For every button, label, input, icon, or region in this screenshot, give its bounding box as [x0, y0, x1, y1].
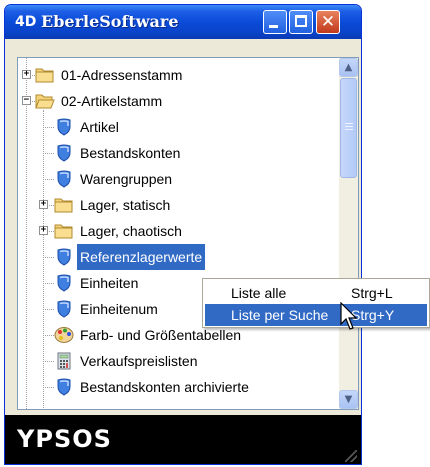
menu-item-shortcut: Strg+L: [351, 285, 393, 301]
folder-icon: [35, 66, 55, 84]
title-bar[interactable]: 4D EberleSoftware ✕: [5, 5, 361, 39]
close-icon: ✕: [320, 12, 336, 32]
minimize-button[interactable]: [263, 10, 287, 34]
context-menu: Liste alle Strg+L Liste per Suche Strg+Y: [202, 278, 430, 328]
expand-icon[interactable]: +: [39, 200, 48, 209]
tree-connector: [43, 309, 54, 311]
tree-item[interactable]: Referenzlagerwerte: [18, 244, 338, 270]
vertical-scrollbar[interactable]: ▲ ▼: [339, 58, 358, 409]
tree-connector: [43, 283, 54, 285]
minimize-icon: [269, 25, 278, 28]
expand-icon[interactable]: +: [22, 70, 31, 79]
tree-item-label: Artikel: [80, 119, 119, 135]
tree-item-label: Lager, chaotisch: [80, 223, 182, 239]
menu-item-label: Liste per Suche: [231, 307, 329, 323]
shield-icon: [54, 248, 74, 266]
scroll-down-button[interactable]: ▼: [339, 390, 358, 409]
tree-item[interactable]: Artikel: [18, 114, 338, 140]
thumb-grip-icon: [345, 123, 353, 131]
tree-connector: [43, 387, 54, 389]
expand-icon[interactable]: +: [39, 226, 48, 235]
tree-item[interactable]: Verkaufspreislisten: [18, 348, 338, 374]
ypsos-logo: YPSOS: [17, 425, 112, 453]
mouse-cursor-icon: [340, 302, 358, 330]
scroll-thumb[interactable]: [340, 78, 357, 178]
folder-icon: [54, 196, 74, 214]
app-logo-icon: 4D: [15, 14, 37, 30]
tree-connector: [43, 127, 54, 129]
maximize-button[interactable]: [289, 10, 313, 34]
tree-item-label: Bestandskonten: [80, 145, 181, 161]
shield-icon: [54, 300, 74, 318]
tree-item-label: Bestandskonten archivierte: [80, 379, 249, 395]
palette-icon: [54, 326, 74, 344]
collapse-icon[interactable]: −: [22, 96, 31, 105]
tree-item[interactable]: Warengruppen: [18, 166, 338, 192]
menu-item-label: Liste alle: [231, 285, 287, 301]
tree-item[interactable]: Bestandskonten: [18, 140, 338, 166]
tree-item-label: Warengruppen: [80, 171, 173, 187]
tree-item-label: Referenzlagerwerte: [77, 244, 206, 270]
folder-open-icon: [35, 92, 55, 110]
tree-item[interactable]: + Lager, statisch: [18, 192, 338, 218]
app-window: 4D EberleSoftware ✕ +01-Adressenstamm − 02…: [4, 4, 362, 465]
tree-connector: [43, 361, 54, 363]
tree-connector: [43, 179, 54, 181]
folder-icon: [54, 222, 74, 240]
tree-item-label: Einheitenum: [80, 301, 158, 317]
resize-grip-icon[interactable]: [345, 450, 357, 462]
shield-icon: [54, 274, 74, 292]
maximize-icon: [295, 15, 307, 27]
tree-connector: [43, 153, 54, 155]
shield-icon: [54, 378, 74, 396]
tree-item-label: Verkaufspreislisten: [80, 353, 198, 369]
footer-banner: YPSOS: [5, 415, 361, 464]
navigation-tree[interactable]: +01-Adressenstamm − 02-Artikelstamm Artikel…: [17, 57, 359, 410]
tree-connector: [43, 335, 54, 337]
menu-item-liste-alle[interactable]: Liste alle Strg+L: [205, 282, 427, 304]
tree-item-label: Lager, statisch: [80, 197, 171, 213]
tree-item-label: 02-Artikelstamm: [61, 93, 163, 109]
scroll-up-button[interactable]: ▲: [339, 58, 358, 77]
window-title: EberleSoftware: [41, 12, 179, 31]
tree-item-label: Einheiten: [80, 275, 139, 291]
tree-item[interactable]: − 02-Artikelstamm: [18, 88, 338, 114]
calculator-icon: [54, 352, 74, 370]
tree-item[interactable]: Bestandskonten archivierte: [18, 374, 338, 400]
tree-item-label: 01-Adressenstamm: [61, 67, 183, 83]
tree-connector: [43, 257, 54, 259]
tree-item[interactable]: + Lager, chaotisch: [18, 218, 338, 244]
shield-icon: [54, 144, 74, 162]
menu-item-liste-per-suche[interactable]: Liste per Suche Strg+Y: [205, 304, 427, 326]
shield-icon: [54, 170, 74, 188]
shield-icon: [54, 118, 74, 136]
tree-item[interactable]: +01-Adressenstamm: [18, 62, 338, 88]
close-button[interactable]: ✕: [316, 10, 340, 34]
